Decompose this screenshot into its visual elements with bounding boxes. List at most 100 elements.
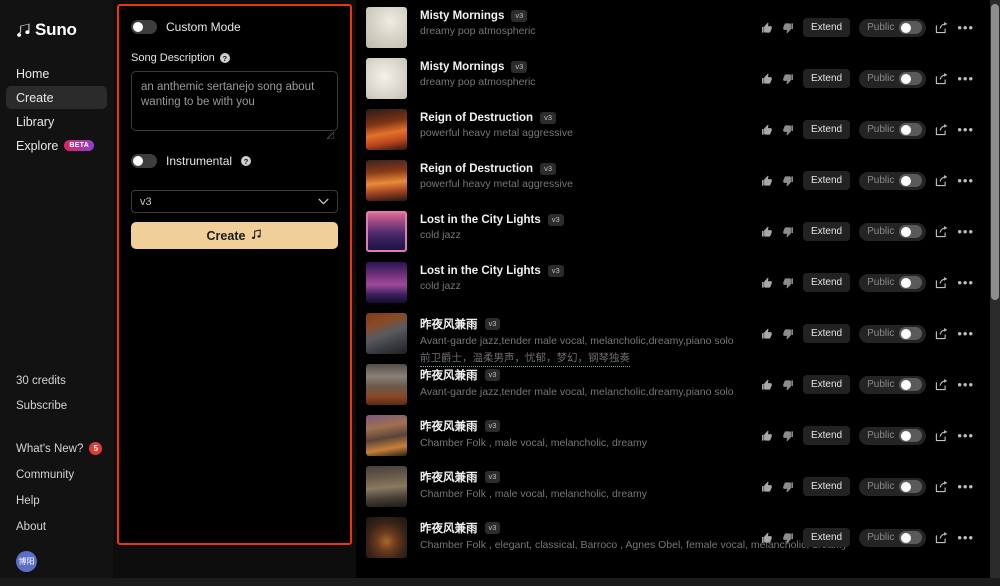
share-icon[interactable] (935, 480, 948, 493)
thumbs-up-icon[interactable] (761, 73, 773, 85)
custom-mode-row[interactable]: Custom Mode (131, 16, 338, 38)
extend-button[interactable]: Extend (802, 120, 851, 139)
thumbs-up-icon[interactable] (761, 532, 773, 544)
song-row[interactable]: Lost in the City Lights v3 cold jazz Ext… (356, 204, 1000, 255)
share-icon[interactable] (935, 21, 948, 34)
thumbs-up-icon[interactable] (761, 277, 773, 289)
public-toggle[interactable]: Public (859, 120, 927, 139)
community-link[interactable]: Community (16, 469, 113, 481)
public-toggle[interactable]: Public (859, 273, 927, 292)
song-thumbnail[interactable] (366, 466, 407, 507)
thumbs-down-icon[interactable] (782, 277, 794, 289)
song-row[interactable]: Reign of Destruction v3 powerful heavy m… (356, 153, 1000, 204)
thumbs-down-icon[interactable] (782, 175, 794, 187)
public-toggle-track[interactable] (899, 225, 923, 238)
public-toggle[interactable]: Public (859, 426, 927, 445)
share-icon[interactable] (935, 276, 948, 289)
sidebar-item-library[interactable]: Library (6, 110, 107, 133)
extend-button[interactable]: Extend (802, 324, 851, 343)
song-thumbnail[interactable] (366, 364, 407, 405)
song-thumbnail[interactable] (366, 211, 407, 252)
song-row[interactable]: Misty Mornings v3 dreamy pop atmospheric… (356, 0, 1000, 51)
public-toggle-track[interactable] (899, 327, 923, 340)
song-thumbnail[interactable] (366, 109, 407, 150)
thumbs-down-icon[interactable] (782, 124, 794, 136)
song-row[interactable]: Lost in the City Lights v3 cold jazz Ext… (356, 255, 1000, 306)
instrumental-toggle[interactable] (131, 154, 157, 168)
public-toggle-track[interactable] (899, 174, 923, 187)
share-icon[interactable] (935, 378, 948, 391)
extend-button[interactable]: Extend (802, 171, 851, 190)
public-toggle[interactable]: Public (859, 18, 927, 37)
song-row[interactable]: 昨夜风兼雨 v3 Chamber Folk , male vocal, mela… (356, 408, 1000, 459)
create-button[interactable]: Create (131, 222, 338, 249)
sidebar-item-create[interactable]: Create (6, 86, 107, 109)
song-description-input[interactable] (131, 71, 338, 131)
more-horizontal-icon[interactable]: ••• (957, 327, 974, 340)
song-row[interactable]: Reign of Destruction v3 powerful heavy m… (356, 102, 1000, 153)
song-row[interactable]: 昨夜风兼雨 v3 Avant-garde jazz,tender male vo… (356, 357, 1000, 408)
thumbs-down-icon[interactable] (782, 532, 794, 544)
help-circle-icon[interactable]: ? (219, 53, 230, 63)
instrumental-row[interactable]: Instrumental ? (131, 150, 338, 172)
song-thumbnail[interactable] (366, 58, 407, 99)
brand[interactable]: Suno (0, 14, 113, 44)
thumbs-up-icon[interactable] (761, 226, 773, 238)
thumbs-down-icon[interactable] (782, 430, 794, 442)
public-toggle-track[interactable] (899, 378, 923, 391)
share-icon[interactable] (935, 123, 948, 136)
extend-button[interactable]: Extend (802, 528, 851, 547)
public-toggle[interactable]: Public (859, 324, 927, 343)
more-horizontal-icon[interactable]: ••• (957, 225, 974, 238)
share-icon[interactable] (935, 225, 948, 238)
song-thumbnail[interactable] (366, 313, 407, 354)
thumbs-up-icon[interactable] (761, 124, 773, 136)
share-icon[interactable] (935, 72, 948, 85)
extend-button[interactable]: Extend (802, 426, 851, 445)
thumbs-down-icon[interactable] (782, 73, 794, 85)
song-thumbnail[interactable] (366, 415, 407, 456)
subscribe-link[interactable]: Subscribe (16, 400, 113, 412)
more-horizontal-icon[interactable]: ••• (957, 21, 974, 34)
public-toggle[interactable]: Public (859, 69, 927, 88)
more-horizontal-icon[interactable]: ••• (957, 378, 974, 391)
share-icon[interactable] (935, 174, 948, 187)
about-link[interactable]: About (16, 521, 113, 533)
public-toggle-track[interactable] (899, 21, 923, 34)
public-toggle[interactable]: Public (859, 171, 927, 190)
public-toggle-track[interactable] (899, 276, 923, 289)
more-horizontal-icon[interactable]: ••• (957, 174, 974, 187)
extend-button[interactable]: Extend (802, 375, 851, 394)
song-thumbnail[interactable] (366, 7, 407, 48)
thumbs-up-icon[interactable] (761, 481, 773, 493)
extend-button[interactable]: Extend (802, 477, 851, 496)
song-thumbnail[interactable] (366, 160, 407, 201)
more-horizontal-icon[interactable]: ••• (957, 531, 974, 544)
public-toggle[interactable]: Public (859, 375, 927, 394)
public-toggle-track[interactable] (899, 429, 923, 442)
public-toggle-track[interactable] (899, 123, 923, 136)
song-row[interactable]: 昨夜风兼雨 v3 Chamber Folk , male vocal, mela… (356, 459, 1000, 510)
share-icon[interactable] (935, 327, 948, 340)
thumbs-up-icon[interactable] (761, 328, 773, 340)
more-horizontal-icon[interactable]: ••• (957, 123, 974, 136)
song-thumbnail[interactable] (366, 517, 407, 558)
thumbs-down-icon[interactable] (782, 481, 794, 493)
thumbs-up-icon[interactable] (761, 379, 773, 391)
help-link[interactable]: Help (16, 495, 113, 507)
thumbs-down-icon[interactable] (782, 226, 794, 238)
thumbs-up-icon[interactable] (761, 22, 773, 34)
avatar[interactable]: 博阳 (16, 551, 37, 572)
whats-new-link[interactable]: What's New? 5 (16, 442, 113, 455)
thumbs-down-icon[interactable] (782, 328, 794, 340)
song-row[interactable]: Misty Mornings v3 dreamy pop atmospheric… (356, 51, 1000, 102)
public-toggle-track[interactable] (899, 531, 923, 544)
public-toggle-track[interactable] (899, 72, 923, 85)
public-toggle[interactable]: Public (859, 222, 927, 241)
extend-button[interactable]: Extend (802, 18, 851, 37)
song-thumbnail[interactable] (366, 262, 407, 303)
scrollbar[interactable] (990, 0, 1000, 586)
song-row[interactable]: 昨夜风兼雨 v3 Avant-garde jazz,tender male vo… (356, 306, 1000, 367)
thumbs-down-icon[interactable] (782, 379, 794, 391)
scrollbar-thumb[interactable] (991, 4, 999, 300)
